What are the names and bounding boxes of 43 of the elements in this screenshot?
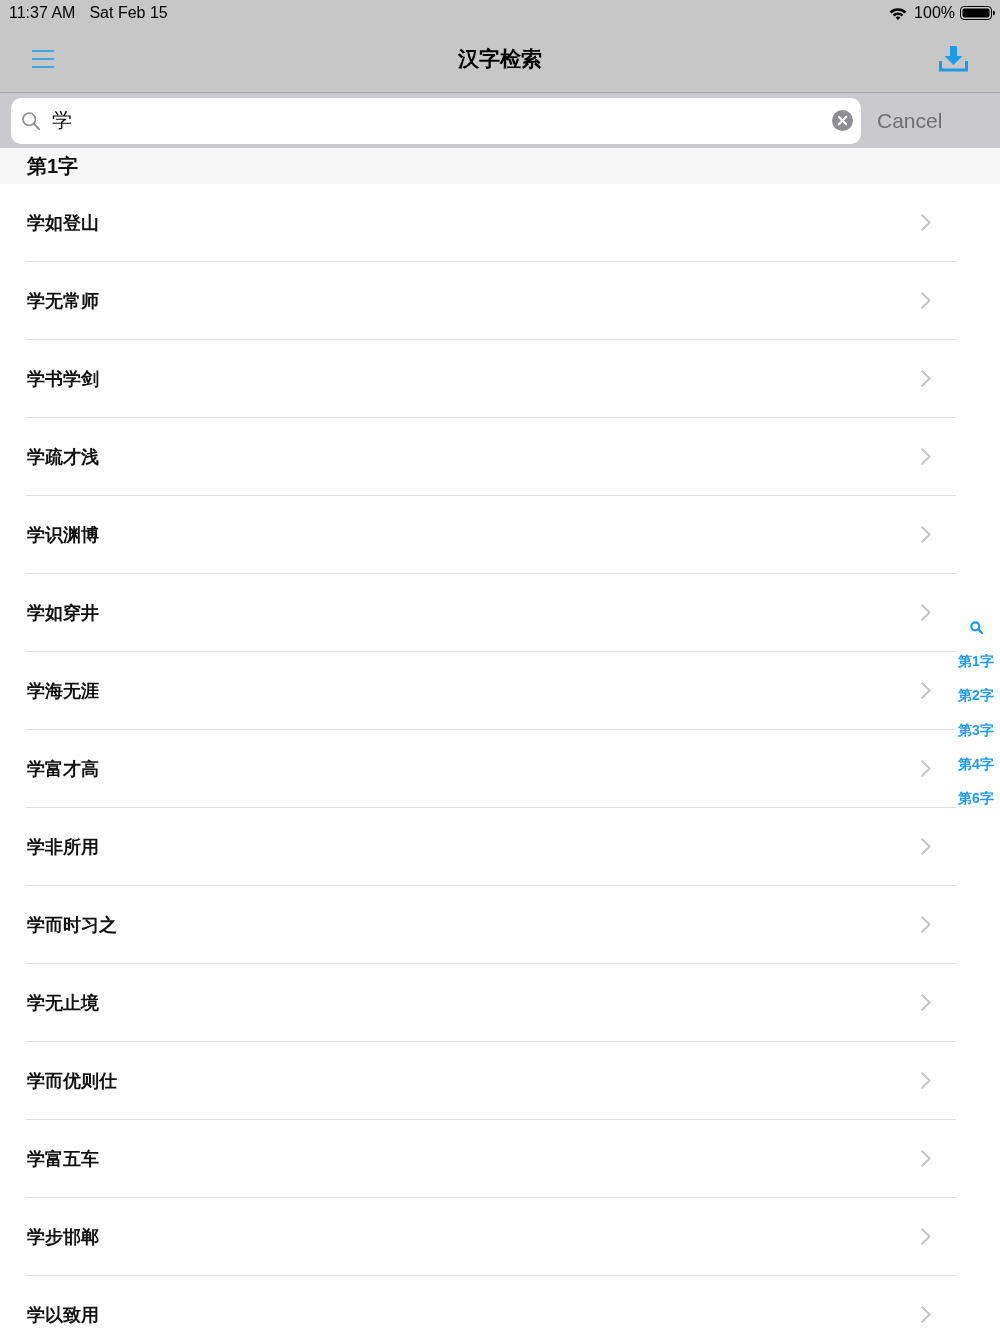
battery-percent: 100% <box>914 4 955 22</box>
list-item[interactable]: 学书学剑 <box>26 340 956 418</box>
chevron-icon <box>921 994 931 1011</box>
menu-icon[interactable] <box>32 50 54 68</box>
chevron-icon <box>921 292 931 309</box>
list-item[interactable]: 学以致用 <box>26 1276 956 1334</box>
download-icon[interactable] <box>939 46 968 72</box>
search-field[interactable]: 学 <box>11 97 861 144</box>
search-icon <box>22 111 40 130</box>
chevron-icon <box>921 526 931 543</box>
section-header: 第1字 <box>27 153 79 179</box>
chevron-icon <box>921 370 931 387</box>
chevron-icon <box>921 604 931 621</box>
list-item[interactable]: 学无止境 <box>26 964 956 1042</box>
list-item[interactable]: 学富才高 <box>26 730 956 808</box>
list-item[interactable]: 学疏才浅 <box>26 418 956 496</box>
list-item[interactable]: 学而时习之 <box>26 886 956 964</box>
wifi-icon <box>889 6 908 20</box>
chevron-icon <box>921 1150 931 1167</box>
chevron-icon <box>921 448 931 465</box>
list-item[interactable]: 学如登山 <box>26 184 956 262</box>
list-item[interactable]: 学无常师 <box>26 262 956 340</box>
list-item[interactable]: 学富五车 <box>26 1120 956 1198</box>
chevron-icon <box>921 916 931 933</box>
chevron-icon <box>921 760 931 777</box>
list-item[interactable]: 学非所用 <box>26 808 956 886</box>
chevron-icon <box>921 214 931 231</box>
list-item[interactable]: 学步邯郸 <box>26 1198 956 1276</box>
list-item[interactable]: 学如穿井 <box>26 574 956 652</box>
status-time: 11:37 AM <box>9 4 76 22</box>
nav-title: 汉字检索 <box>458 46 542 72</box>
battery-icon <box>960 6 995 20</box>
index-search-icon[interactable] <box>969 620 983 634</box>
list-item[interactable]: 学而优则仕 <box>26 1042 956 1120</box>
chevron-icon <box>921 838 931 855</box>
chevron-icon <box>921 1228 931 1245</box>
status-date: Sat Feb 15 <box>89 4 168 22</box>
chevron-icon <box>921 1306 931 1323</box>
clear-icon[interactable] <box>832 110 853 131</box>
list-item[interactable]: 学海无涯 <box>26 652 956 730</box>
list-item[interactable]: 学识渊博 <box>26 496 956 574</box>
chevron-icon <box>921 1072 931 1089</box>
chevron-icon <box>921 682 931 699</box>
